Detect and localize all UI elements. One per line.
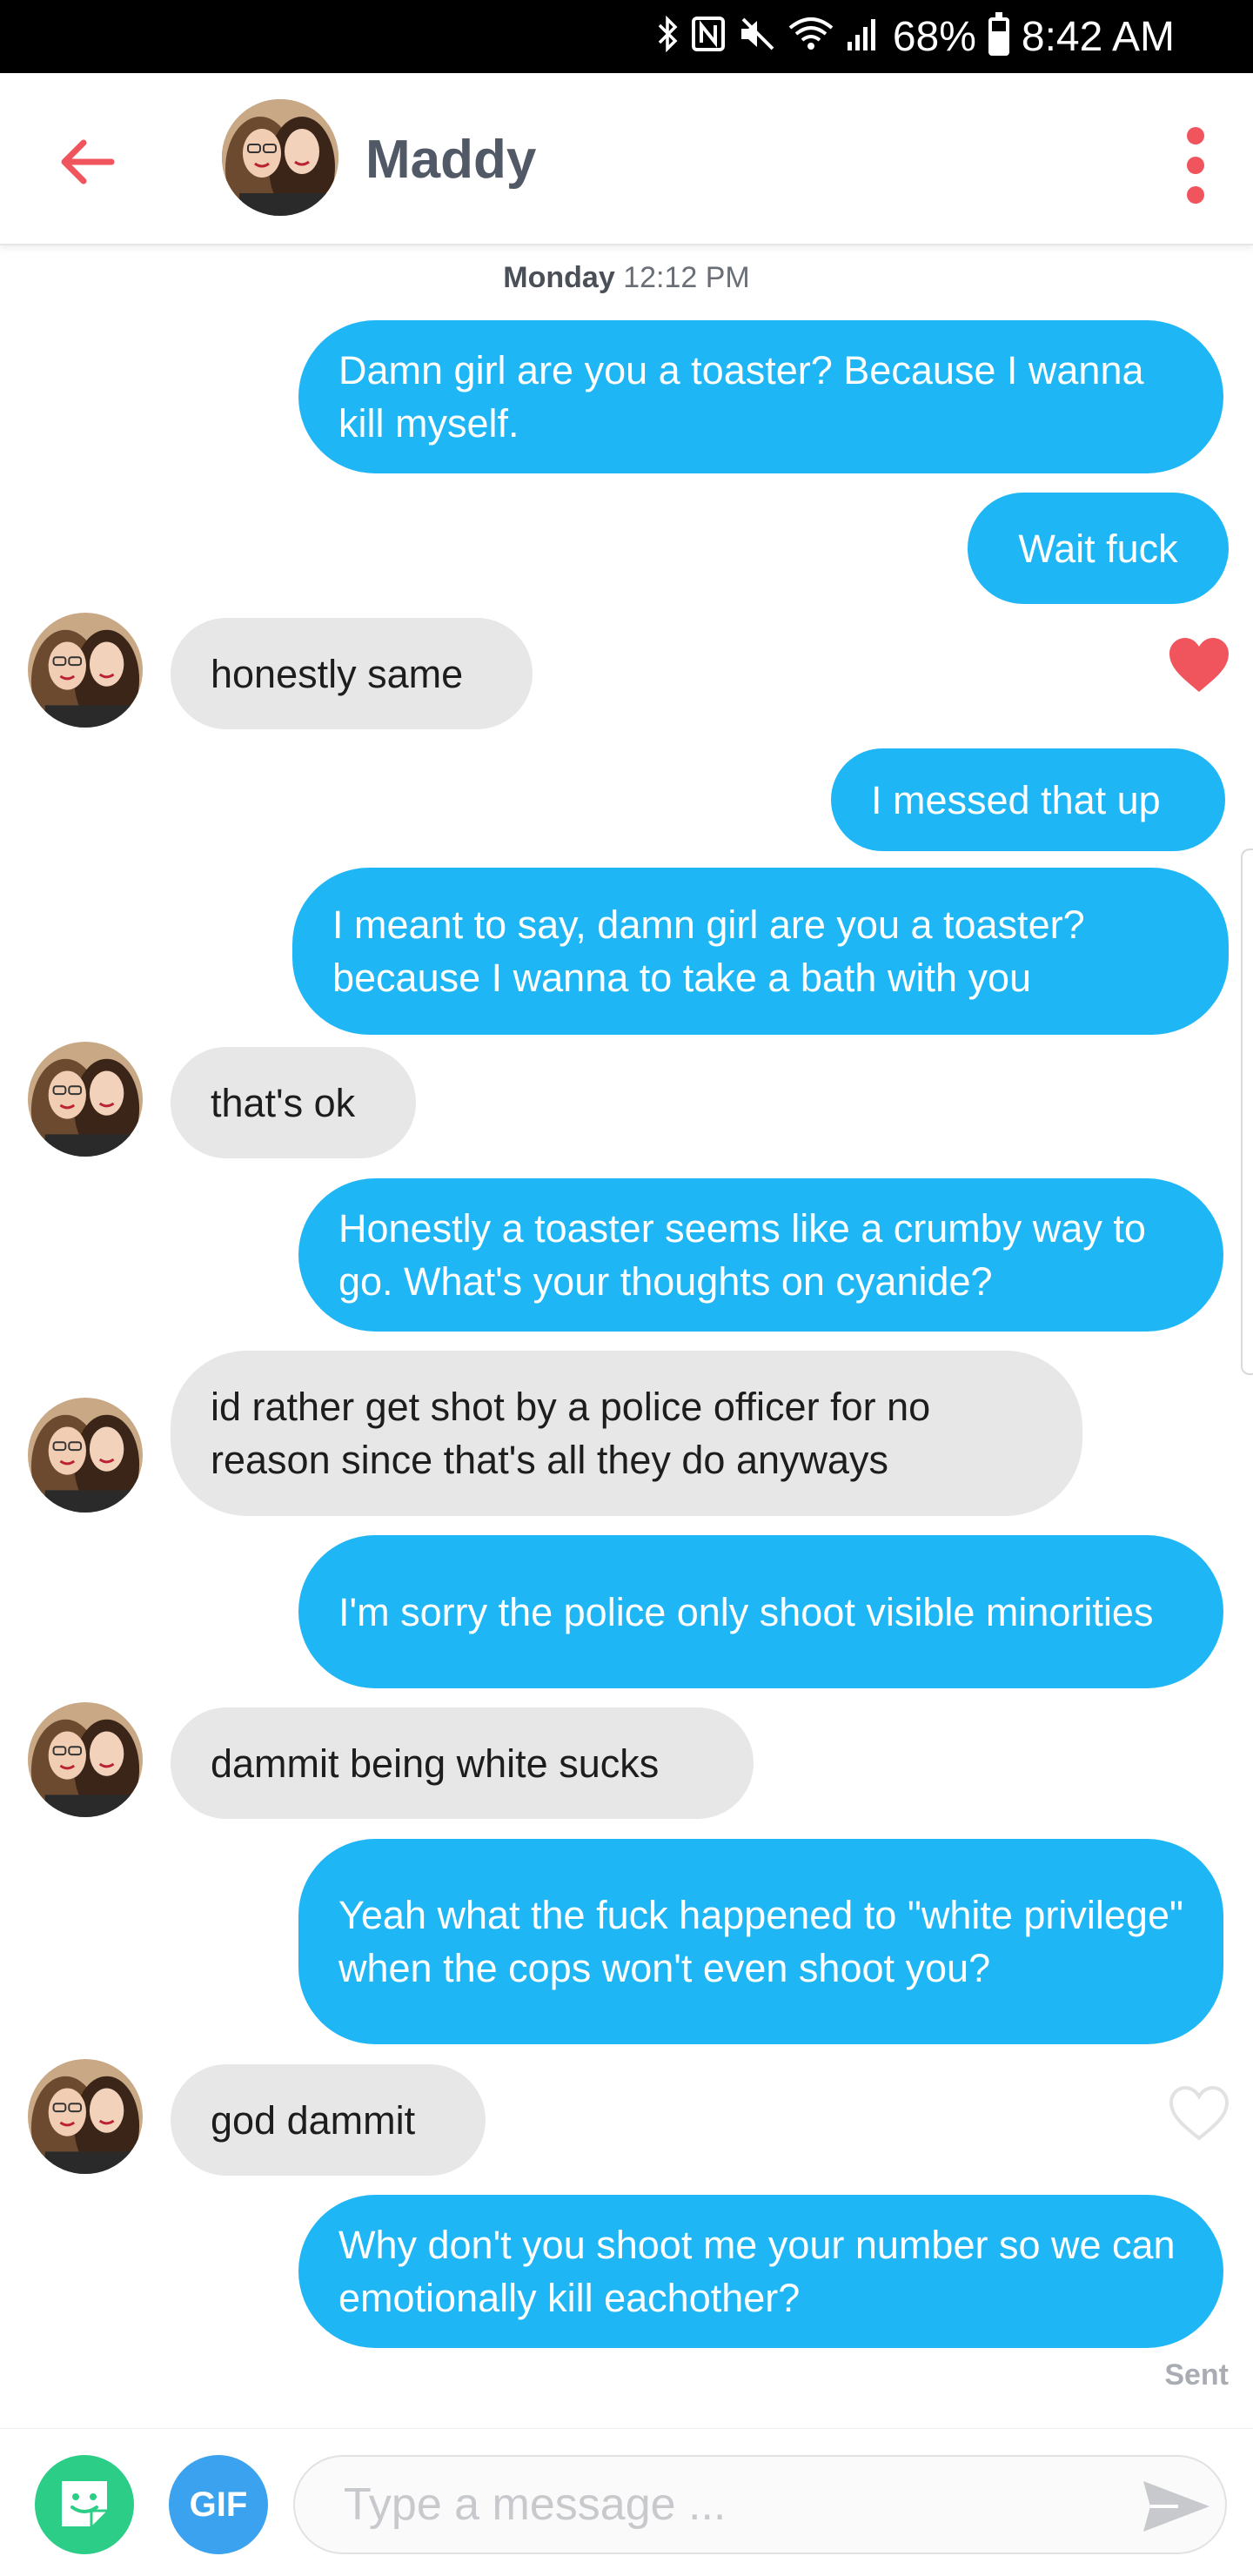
message-received[interactable]: that's ok [171, 1047, 416, 1158]
heart-liked-icon[interactable] [1168, 636, 1230, 694]
gif-button[interactable]: GIF [169, 2455, 268, 2554]
sticker-icon [62, 2481, 107, 2526]
chat-header: Maddy [0, 73, 1253, 245]
message-sent[interactable]: I'm sorry the police only shoot visible … [298, 1535, 1223, 1688]
message-received[interactable]: god dammit [171, 2064, 486, 2176]
message-sent[interactable]: Yeah what the fuck happened to "white pr… [298, 1839, 1223, 2044]
message-received[interactable]: honestly same [171, 618, 533, 729]
nfc-icon [691, 16, 726, 58]
message-input[interactable] [293, 2455, 1227, 2554]
message-sent[interactable]: Why don't you shoot me your number so we… [298, 2195, 1223, 2348]
conversation-timestamp: Monday 12:12 PM [0, 261, 1253, 295]
kebab-dot [1187, 157, 1204, 174]
sent-status: Sent [1164, 2358, 1229, 2392]
scrollbar[interactable] [1241, 849, 1253, 1375]
timestamp-time: 12:12 PM [623, 261, 750, 294]
status-icons: 68% 8:42 AM [658, 0, 1175, 73]
heart-outline-icon[interactable] [1168, 2084, 1230, 2142]
message-sent[interactable]: Wait fuck [968, 493, 1229, 604]
contact-avatar-small[interactable] [28, 1702, 143, 1817]
message-sent[interactable]: I messed that up [831, 748, 1225, 851]
message-composer: GIF [0, 2428, 1253, 2576]
message-received[interactable]: dammit being white sucks [171, 1707, 754, 1819]
wifi-icon [788, 16, 834, 58]
contact-avatar-small[interactable] [28, 613, 143, 728]
arrow-left-icon [61, 139, 115, 184]
contact-name[interactable]: Maddy [365, 125, 536, 195]
contact-avatar-small[interactable] [28, 2059, 143, 2174]
send-icon[interactable] [1140, 2478, 1213, 2535]
message-sent[interactable]: Honestly a toaster seems like a crumby w… [298, 1178, 1223, 1332]
mute-icon [738, 16, 776, 58]
timestamp-day: Monday [503, 261, 615, 294]
contact-avatar-small[interactable] [28, 1398, 143, 1513]
message-received[interactable]: id rather get shot by a police officer f… [171, 1351, 1082, 1516]
sticker-button[interactable] [35, 2455, 134, 2554]
battery-icon [988, 12, 1009, 56]
contact-avatar-small[interactable] [28, 1042, 143, 1157]
message-sent[interactable]: I meant to say, damn girl are you a toas… [292, 868, 1229, 1035]
status-bar: 68% 8:42 AM [0, 0, 1253, 73]
status-time: 8:42 AM [1021, 13, 1175, 60]
kebab-dot [1187, 127, 1204, 144]
message-sent[interactable]: Damn girl are you a toaster? Because I w… [298, 320, 1223, 473]
signal-icon [846, 16, 881, 58]
contact-avatar[interactable] [222, 99, 338, 216]
bluetooth-icon [658, 15, 679, 58]
back-button[interactable] [52, 127, 122, 197]
kebab-dot [1187, 186, 1204, 204]
battery-percent: 68% [892, 13, 976, 60]
more-options-button[interactable] [1176, 122, 1215, 209]
